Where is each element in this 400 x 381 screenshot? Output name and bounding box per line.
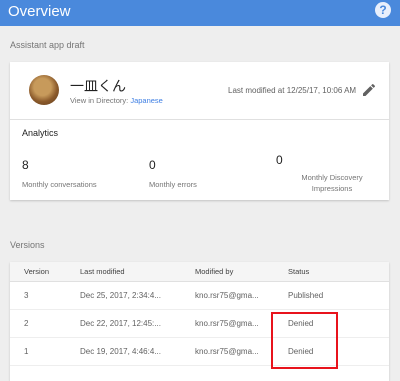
column-header-status: Status [288,267,310,276]
cell-version: 3 [24,291,29,300]
draft-section-label: Assistant app draft [10,40,85,50]
versions-section-label: Versions [10,240,45,250]
last-modified-text: Last modified at 12/25/17, 10:06 AM [228,86,357,95]
cell-status: Published [288,291,324,300]
page-title: Overview [8,3,71,20]
cell-modified-by: kno.rsr75@gma... [195,291,259,300]
metric-discovery-label-line1: Monthly Discovery [301,173,363,182]
table-header: Version Last modified Modified by Status [10,262,389,282]
cell-version: 1 [24,347,29,356]
app-avatar[interactable] [29,75,59,105]
metric-conversations-label: Monthly conversations [22,180,97,189]
cell-last-modified: Dec 22, 2017, 12:45:... [80,319,161,328]
edit-pencil-icon[interactable] [361,82,377,98]
cell-last-modified: Dec 25, 2017, 2:34:4... [80,291,161,300]
metric-errors-label: Monthly errors [149,180,197,189]
metric-discovery-label: Monthly Discovery Impressions [282,172,382,194]
table-row[interactable]: 3 Dec 25, 2017, 2:34:4... kno.rsr75@gma.… [10,282,389,310]
analytics-title: Analytics [22,128,59,138]
metric-conversations-value: 8 [22,158,29,172]
column-header-last-modified: Last modified [80,267,125,276]
top-bar: Overview ? [0,0,400,26]
metric-discovery-label-line2: Impressions [311,184,353,193]
directory-language-link[interactable]: Japanese [130,96,163,105]
draft-card: 一皿くん View in Directory: Japanese Last mo… [10,62,389,200]
directory-label: View in Directory: [70,96,129,105]
column-header-modified-by: Modified by [195,267,234,276]
draft-card-header: 一皿くん View in Directory: Japanese Last mo… [10,62,389,120]
cell-modified-by: kno.rsr75@gma... [195,347,259,356]
red-highlight-box [271,312,338,369]
cell-modified-by: kno.rsr75@gma... [195,319,259,328]
metric-errors-value: 0 [149,158,156,172]
help-icon[interactable]: ? [375,2,391,18]
cell-last-modified: Dec 19, 2017, 4:46:4... [80,347,161,356]
column-header-version: Version [24,267,50,276]
directory-line: View in Directory: Japanese [70,96,163,105]
cell-version: 2 [24,319,29,328]
metric-discovery-value: 0 [276,153,283,167]
app-name: 一皿くん [70,78,126,94]
